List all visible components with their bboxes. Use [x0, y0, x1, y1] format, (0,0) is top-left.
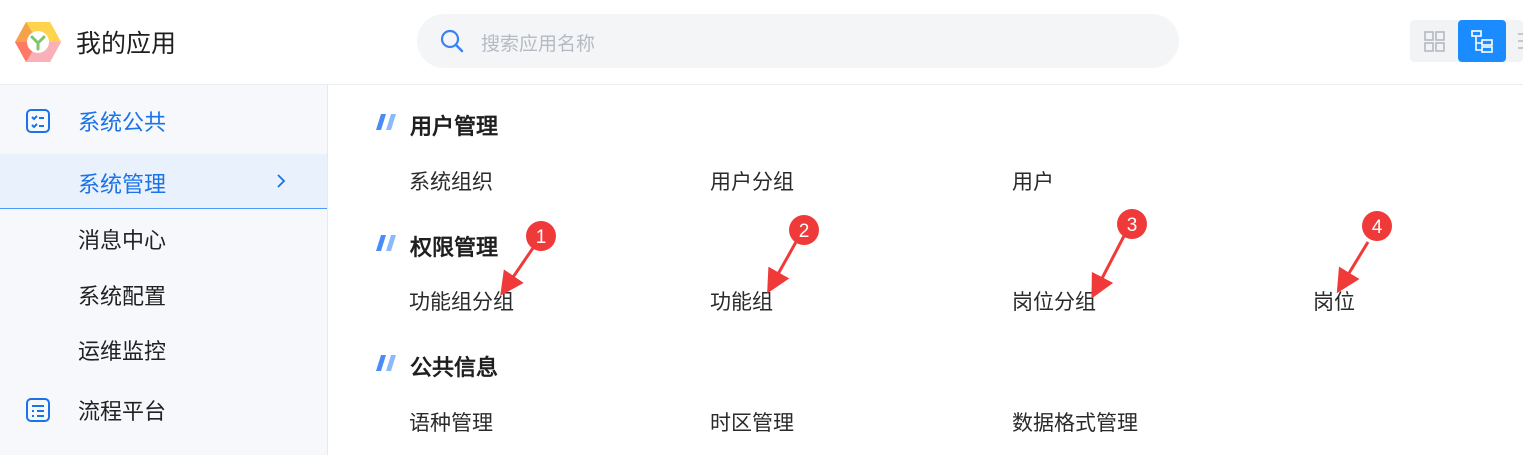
section-marker-icon: [376, 114, 396, 130]
tree-view-button[interactable]: [1458, 20, 1506, 62]
section-title-permission-management: 权限管理: [410, 236, 499, 261]
sidebar-item-system-management[interactable]: 系统管理: [0, 154, 327, 209]
grid-icon: [1424, 31, 1445, 52]
tree-icon: [1471, 30, 1493, 53]
search-input[interactable]: 搜索应用名称: [481, 29, 595, 56]
link-user-group[interactable]: 用户分组: [710, 166, 794, 196]
section-title-public-info: 公共信息: [410, 356, 499, 381]
sidebar-group-process-platform[interactable]: 流程平台: [0, 382, 327, 438]
section-title-user-management: 用户管理: [410, 115, 499, 140]
sidebar-group-label: 系统公共: [78, 111, 167, 136]
sidebar-item-ops-monitoring[interactable]: 运维监控: [0, 321, 327, 375]
top-bar: 我的应用 搜索应用名称: [0, 0, 1523, 85]
link-position-group[interactable]: 岗位分组: [1012, 286, 1096, 316]
app-title: 我的应用: [76, 29, 177, 58]
grid-view-button[interactable]: [1410, 20, 1458, 62]
sidebar-item-message-center[interactable]: 消息中心: [0, 210, 327, 264]
view-switch: [1410, 20, 1523, 62]
link-timezone-management[interactable]: 时区管理: [710, 407, 794, 437]
sidebar-item-label: 系统配置: [78, 285, 167, 310]
sidebar-item-label: 消息中心: [78, 229, 167, 254]
sidebar: 系统公共 系统管理 消息中心 系统配置 运维监控 流程平台: [0, 85, 328, 455]
link-system-org[interactable]: 系统组织: [409, 166, 493, 196]
sidebar-item-label: 运维监控: [78, 340, 167, 365]
section-marker-icon: [376, 235, 396, 251]
checklist-icon: [26, 109, 50, 133]
link-position[interactable]: 岗位: [1313, 286, 1355, 316]
sidebar-item-label: 系统管理: [78, 173, 167, 198]
sidebar-item-system-config[interactable]: 系统配置: [0, 266, 327, 320]
link-language-management[interactable]: 语种管理: [409, 407, 493, 437]
link-data-format-management[interactable]: 数据格式管理: [1012, 407, 1138, 437]
link-function-group[interactable]: 功能组: [710, 286, 773, 316]
chevron-right-icon: [277, 174, 286, 188]
app-logo-icon: [15, 22, 61, 62]
list-view-button[interactable]: [1510, 20, 1523, 62]
link-function-group-category[interactable]: 功能组分组: [409, 286, 514, 316]
main-content: 用户管理 系统组织 用户分组 用户 权限管理 功能组分组 功能组 岗位分组 岗位…: [328, 85, 1523, 455]
sidebar-group-label: 流程平台: [78, 400, 167, 425]
link-user[interactable]: 用户: [1012, 166, 1054, 196]
section-marker-icon: [376, 355, 396, 371]
search-icon: [440, 29, 464, 53]
sidebar-group-system-public[interactable]: 系统公共: [0, 93, 327, 149]
search-box[interactable]: 搜索应用名称: [417, 14, 1179, 68]
list-icon: [26, 398, 50, 422]
list-icon: [1518, 33, 1523, 49]
